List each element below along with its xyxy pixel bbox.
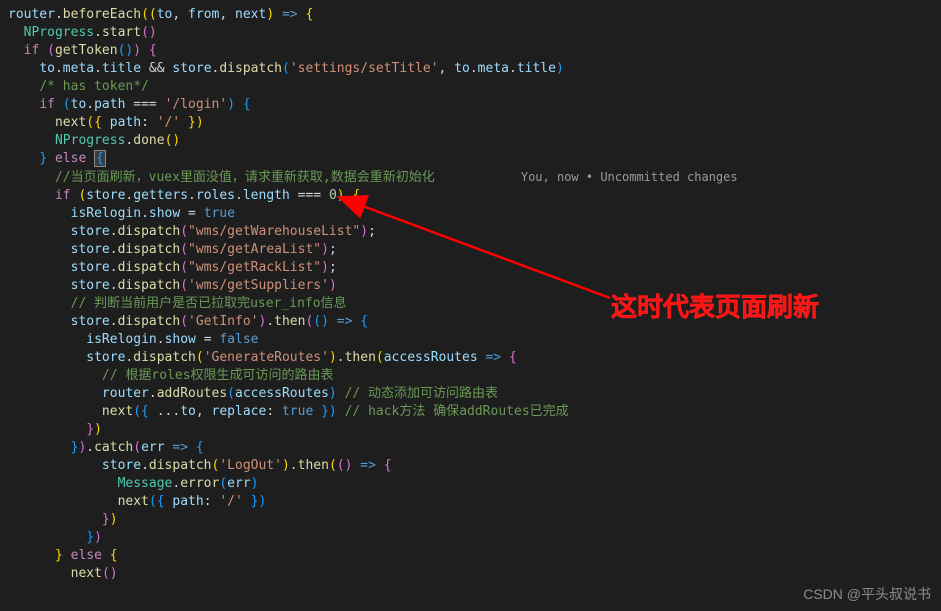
- token: dispatch: [118, 278, 181, 293]
- token: router: [8, 7, 55, 22]
- token: err: [227, 476, 250, 491]
- watermark: CSDN @平头叔说书: [803, 585, 931, 603]
- token: dispatch: [118, 314, 181, 329]
- token: show: [149, 206, 180, 221]
- token: store: [71, 278, 110, 293]
- token: Message: [118, 476, 173, 491]
- token: store: [71, 242, 110, 257]
- token: store: [71, 224, 110, 239]
- token: if: [24, 43, 40, 58]
- token: roles: [196, 188, 235, 203]
- token: store: [86, 188, 125, 203]
- token: next: [118, 494, 149, 509]
- token: next: [55, 115, 86, 130]
- token: else: [71, 548, 102, 563]
- token: to: [454, 61, 470, 76]
- token: then: [274, 314, 305, 329]
- token: isRelogin: [71, 206, 141, 221]
- token: path: [172, 494, 203, 509]
- token: start: [102, 25, 141, 40]
- token: err: [141, 440, 164, 455]
- token: router: [102, 386, 149, 401]
- comment: // 判断当前用户是否已拉取完user_info信息: [71, 296, 347, 311]
- token: 'GetInfo': [188, 314, 258, 329]
- token: store: [102, 458, 141, 473]
- token: true: [282, 404, 313, 419]
- token: title: [517, 61, 556, 76]
- comment: /* has token*/: [39, 79, 149, 94]
- token: beforeEach: [63, 7, 141, 22]
- comment: // hack方法 确保addRoutes已完成: [345, 404, 569, 419]
- token: from: [188, 7, 219, 22]
- token: then: [298, 458, 329, 473]
- token: '/': [157, 115, 180, 130]
- token: store: [71, 260, 110, 275]
- token: if: [39, 97, 55, 112]
- token: store: [86, 350, 125, 365]
- token: accessRoutes: [235, 386, 329, 401]
- token: dispatch: [219, 61, 282, 76]
- token: next: [235, 7, 266, 22]
- token: title: [102, 61, 141, 76]
- token: true: [204, 206, 235, 221]
- token: false: [219, 332, 258, 347]
- token: path: [110, 115, 141, 130]
- token: to: [71, 97, 87, 112]
- token: store: [71, 314, 110, 329]
- comment: //当页面刷新，vuex里面没值，请求重新获取,数据会重新初始化: [55, 170, 435, 185]
- token: then: [345, 350, 376, 365]
- token: to: [180, 404, 196, 419]
- token: done: [133, 133, 164, 148]
- token: 'settings/setTitle': [290, 61, 439, 76]
- token: store: [172, 61, 211, 76]
- token: meta: [478, 61, 509, 76]
- token: '/': [219, 494, 242, 509]
- token: isRelogin: [86, 332, 156, 347]
- token: getToken: [55, 43, 118, 58]
- token: dispatch: [118, 260, 181, 275]
- token: "wms/getWarehouseList": [188, 224, 360, 239]
- token: length: [243, 188, 290, 203]
- token: meta: [63, 61, 94, 76]
- token: 'LogOut': [219, 458, 282, 473]
- token: addRoutes: [157, 386, 227, 401]
- token: else: [55, 151, 86, 166]
- token: to: [157, 7, 173, 22]
- token: accessRoutes: [384, 350, 478, 365]
- token: '/login': [165, 97, 228, 112]
- token: dispatch: [118, 242, 181, 257]
- token: error: [180, 476, 219, 491]
- token: dispatch: [133, 350, 196, 365]
- token: path: [94, 97, 125, 112]
- token: "wms/getAreaList": [188, 242, 321, 257]
- token: dispatch: [149, 458, 212, 473]
- token: getters: [133, 188, 188, 203]
- token: catch: [94, 440, 133, 455]
- token: NProgress: [24, 25, 94, 40]
- git-codelens[interactable]: You, now • Uncommitted changes: [521, 170, 738, 184]
- token: next: [71, 566, 102, 581]
- comment: // 动态添加可访问路由表: [345, 386, 498, 401]
- token: "wms/getRackList": [188, 260, 321, 275]
- comment: // 根据roles权限生成可访问的路由表: [102, 368, 334, 383]
- token: 'wms/getSuppliers': [188, 278, 329, 293]
- token: 0: [329, 188, 337, 203]
- token: next: [102, 404, 133, 419]
- token: replace: [212, 404, 267, 419]
- token: to: [39, 61, 55, 76]
- annotation-text: 这时代表页面刷新: [611, 298, 819, 316]
- token: if: [55, 188, 71, 203]
- token: show: [165, 332, 196, 347]
- token: 'GenerateRoutes': [204, 350, 329, 365]
- token: dispatch: [118, 224, 181, 239]
- token: NProgress: [55, 133, 125, 148]
